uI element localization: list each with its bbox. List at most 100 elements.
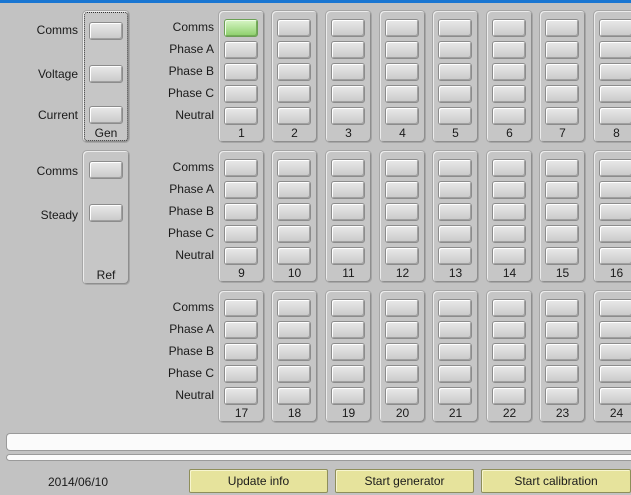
channel-2-neutral-indicator bbox=[277, 107, 311, 125]
channel-11-neutral-indicator bbox=[331, 247, 365, 265]
channel-12-phase-b-indicator bbox=[385, 203, 419, 221]
channel-16-phase-c-indicator bbox=[599, 225, 631, 243]
channel-4-phase-c-indicator bbox=[385, 85, 419, 103]
channel-5-phase-a-indicator bbox=[438, 41, 472, 59]
channel-4-comms-indicator bbox=[385, 19, 419, 37]
channel-number: 13 bbox=[448, 266, 463, 280]
channel-14-phase-a-indicator bbox=[492, 181, 526, 199]
channel-4-phase-a-indicator bbox=[385, 41, 419, 59]
channel-1-phase-a-indicator bbox=[224, 41, 258, 59]
channel-number: 22 bbox=[502, 406, 517, 420]
channel-8-neutral-indicator bbox=[599, 107, 631, 125]
update-info-button[interactable]: Update info bbox=[189, 469, 328, 493]
channel-number: 6 bbox=[506, 126, 513, 140]
channel-number: 17 bbox=[234, 406, 249, 420]
channel-8-phase-a-indicator bbox=[599, 41, 631, 59]
channel-number: 5 bbox=[452, 126, 459, 140]
channel-18-comms-indicator bbox=[277, 299, 311, 317]
row-label-phase-a: Phase A bbox=[169, 42, 214, 56]
channel-1-comms-indicator bbox=[224, 19, 258, 37]
channel-16-neutral-indicator bbox=[599, 247, 631, 265]
row-label-phase-b: Phase B bbox=[168, 64, 214, 78]
channel-13-neutral-indicator bbox=[438, 247, 472, 265]
ref-comms-indicator bbox=[89, 161, 123, 179]
channel-7-phase-a-indicator bbox=[545, 41, 579, 59]
channel-19-comms-indicator bbox=[331, 299, 365, 317]
channel-7-phase-b-indicator bbox=[545, 63, 579, 81]
channel-number: 8 bbox=[613, 126, 620, 140]
ref-caption: Ref bbox=[96, 268, 116, 282]
status-date: 2014/06/10 bbox=[47, 475, 109, 489]
channel-number: 7 bbox=[559, 126, 566, 140]
channel-2-phase-c-indicator bbox=[277, 85, 311, 103]
channel-number: 2 bbox=[291, 126, 298, 140]
channel-9-phase-b-indicator bbox=[224, 203, 258, 221]
row-label-phase-a: Phase A bbox=[169, 182, 214, 196]
channel-number: 19 bbox=[341, 406, 356, 420]
channel-number: 20 bbox=[395, 406, 410, 420]
start-generator-button[interactable]: Start generator bbox=[335, 469, 474, 493]
channel-10-phase-c-indicator bbox=[277, 225, 311, 243]
channel-15: 15 bbox=[539, 150, 586, 283]
channel-6-comms-indicator bbox=[492, 19, 526, 37]
channel-12-neutral-indicator bbox=[385, 247, 419, 265]
gen-voltage-indicator bbox=[89, 65, 123, 83]
gen-current-indicator bbox=[89, 106, 123, 124]
channel-6-phase-c-indicator bbox=[492, 85, 526, 103]
channel-22-phase-c-indicator bbox=[492, 365, 526, 383]
channel-17-phase-b-indicator bbox=[224, 343, 258, 361]
channel-23-phase-b-indicator bbox=[545, 343, 579, 361]
channel-23-phase-a-indicator bbox=[545, 321, 579, 339]
row-label-phase-b: Phase B bbox=[168, 344, 214, 358]
channel-19-neutral-indicator bbox=[331, 387, 365, 405]
ref-steady-label: Steady bbox=[40, 208, 78, 222]
channel-2-phase-b-indicator bbox=[277, 63, 311, 81]
row-label-phase-c: Phase C bbox=[167, 226, 214, 240]
channel-14-comms-indicator bbox=[492, 159, 526, 177]
channel-4-phase-b-indicator bbox=[385, 63, 419, 81]
channel-11: 11 bbox=[325, 150, 372, 283]
gen-comms-indicator bbox=[89, 22, 123, 40]
start-calibration-button[interactable]: Start calibration bbox=[481, 469, 631, 493]
row-label-phase-c: Phase C bbox=[167, 366, 214, 380]
channel-number: 21 bbox=[448, 406, 463, 420]
channel-10-comms-indicator bbox=[277, 159, 311, 177]
channel-22-comms-indicator bbox=[492, 299, 526, 317]
progress-bar bbox=[6, 433, 631, 451]
channel-3-phase-b-indicator bbox=[331, 63, 365, 81]
channel-18-neutral-indicator bbox=[277, 387, 311, 405]
channel-24-phase-a-indicator bbox=[599, 321, 631, 339]
channel-3-phase-c-indicator bbox=[331, 85, 365, 103]
row-label-comms: Comms bbox=[172, 20, 214, 34]
channel-6-phase-b-indicator bbox=[492, 63, 526, 81]
channel-number: 24 bbox=[609, 406, 624, 420]
channel-9-neutral-indicator bbox=[224, 247, 258, 265]
row-label-neutral: Neutral bbox=[175, 108, 214, 122]
channel-1-phase-b-indicator bbox=[224, 63, 258, 81]
channel-12-phase-a-indicator bbox=[385, 181, 419, 199]
channel-number: 4 bbox=[399, 126, 406, 140]
channel-15-phase-b-indicator bbox=[545, 203, 579, 221]
channel-20-phase-c-indicator bbox=[385, 365, 419, 383]
channel-22-neutral-indicator bbox=[492, 387, 526, 405]
channel-5: 5 bbox=[432, 10, 479, 143]
channel-number: 14 bbox=[502, 266, 517, 280]
channel-11-comms-indicator bbox=[331, 159, 365, 177]
channel-5-neutral-indicator bbox=[438, 107, 472, 125]
title-bar-strip bbox=[0, 0, 631, 3]
channel-5-phase-c-indicator bbox=[438, 85, 472, 103]
channel-4: 4 bbox=[379, 10, 426, 143]
status-bar bbox=[6, 454, 631, 461]
channel-23-comms-indicator bbox=[545, 299, 579, 317]
channel-number: 1 bbox=[238, 126, 245, 140]
channel-10: 10 bbox=[271, 150, 318, 283]
gen-current-label: Current bbox=[37, 108, 78, 122]
channel-1-neutral-indicator bbox=[224, 107, 258, 125]
channel-24: 24 bbox=[593, 290, 631, 423]
channel-17-phase-c-indicator bbox=[224, 365, 258, 383]
channel-20: 20 bbox=[379, 290, 426, 423]
channel-7-comms-indicator bbox=[545, 19, 579, 37]
channel-12-phase-c-indicator bbox=[385, 225, 419, 243]
channel-9-comms-indicator bbox=[224, 159, 258, 177]
row-label-phase-b: Phase B bbox=[168, 204, 214, 218]
